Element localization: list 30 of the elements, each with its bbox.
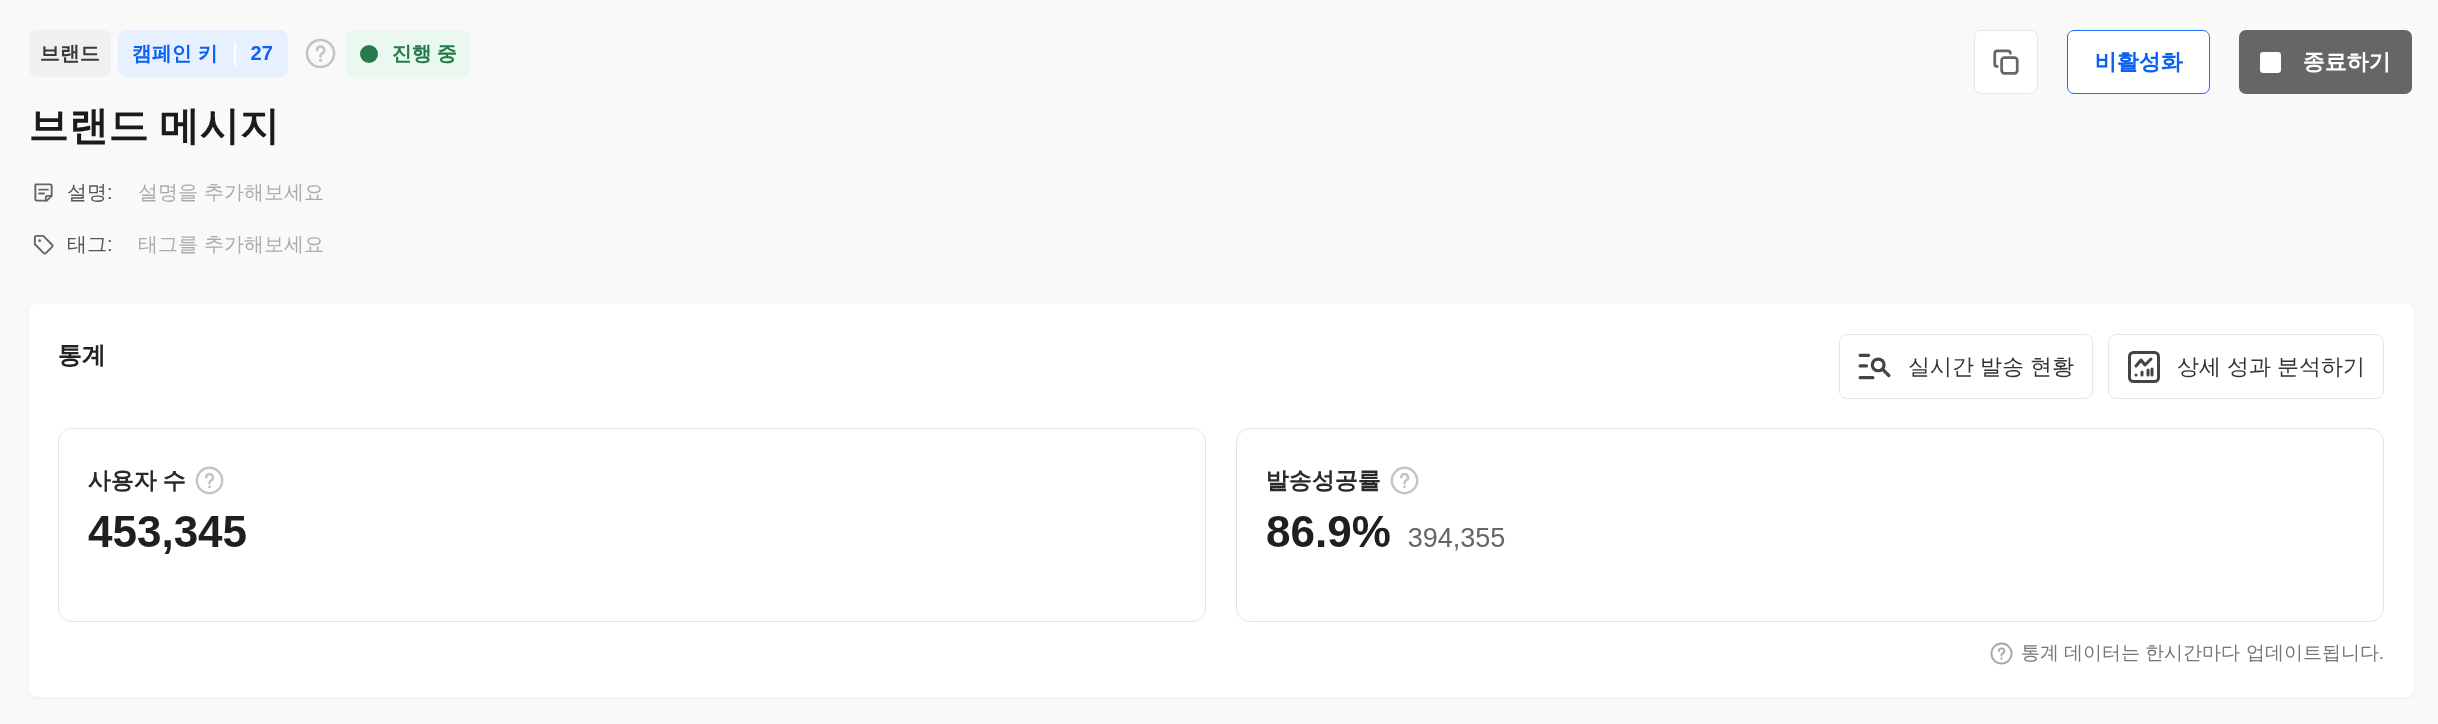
help-icon[interactable] (195, 465, 225, 495)
realtime-status-button[interactable]: 실시간 발송 현황 (1838, 334, 2093, 399)
end-button[interactable]: 종료하기 (2239, 30, 2412, 94)
chart-icon (2126, 350, 2161, 383)
stat-value: 86.9% (1266, 506, 1391, 558)
update-note: 통계 데이터는 한시간마다 업데이트됩니다. (2020, 641, 2384, 665)
stop-icon (2260, 51, 2281, 73)
field-label: 설명: (67, 179, 114, 205)
campaign-key-label: 캠페인 키 (132, 41, 218, 66)
analysis-button[interactable]: 상세 성과 분석하기 (2107, 334, 2384, 399)
status-label: 진행 중 (391, 41, 458, 66)
memo-icon (32, 180, 55, 204)
help-icon[interactable] (304, 38, 336, 69)
help-icon[interactable] (1390, 465, 1419, 495)
stats-title: 통계 (58, 340, 106, 370)
brand-tag: 브랜드 (29, 30, 111, 77)
campaign-key-value: 27 (250, 42, 273, 65)
stat-label: 사용자 수 (88, 465, 187, 495)
stat-value: 453,345 (88, 506, 248, 558)
page-title: 브랜드 메시지 (29, 102, 282, 149)
copy-button[interactable] (1974, 30, 2038, 94)
tag-field[interactable]: 태그를 추가해보세요 (138, 229, 378, 259)
stat-label: 발송성공률 (1266, 465, 1381, 495)
field-label: 태그: (67, 231, 114, 257)
help-icon (1989, 641, 2013, 665)
deactivate-button[interactable]: 비활성화 (2067, 30, 2210, 94)
copy-icon (1991, 47, 2021, 77)
stat-count: 394,355 (1407, 523, 1506, 554)
description-field[interactable]: 설명을 추가해보세요 (138, 177, 378, 207)
tag-icon (32, 232, 55, 256)
